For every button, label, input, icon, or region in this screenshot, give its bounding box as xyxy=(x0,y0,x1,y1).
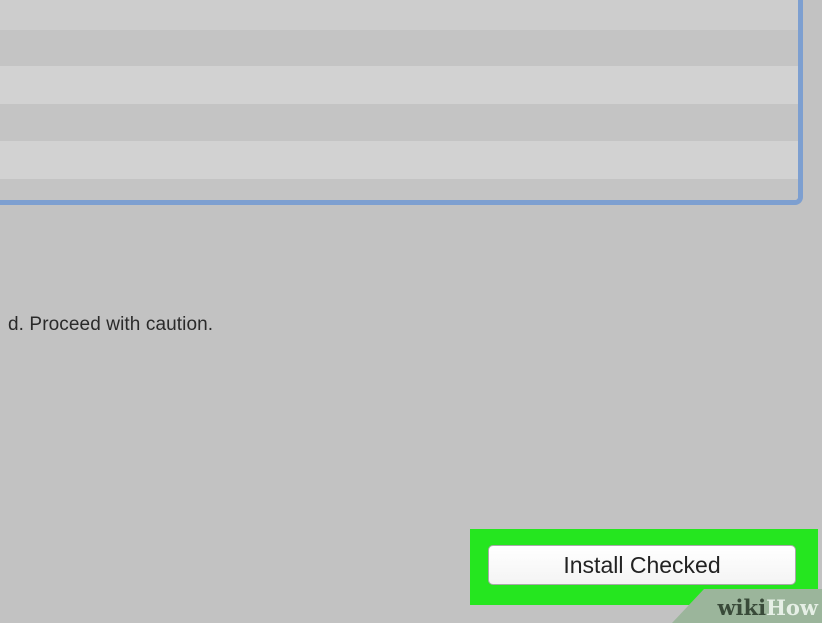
list-item[interactable] xyxy=(0,179,798,200)
caution-message: d. Proceed with caution. xyxy=(8,314,214,335)
installer-window: d. Proceed with caution. Install Checked… xyxy=(0,0,822,623)
list-item[interactable] xyxy=(0,141,798,179)
install-checked-button[interactable]: Install Checked xyxy=(488,545,796,585)
watermark-how: How xyxy=(766,595,818,620)
list-item[interactable] xyxy=(0,30,798,68)
update-list[interactable] xyxy=(0,0,803,205)
watermark-wiki: wiki xyxy=(717,595,767,620)
list-item[interactable] xyxy=(0,104,798,142)
wikihow-watermark: wikiHow xyxy=(672,589,822,623)
list-item[interactable] xyxy=(0,66,798,104)
